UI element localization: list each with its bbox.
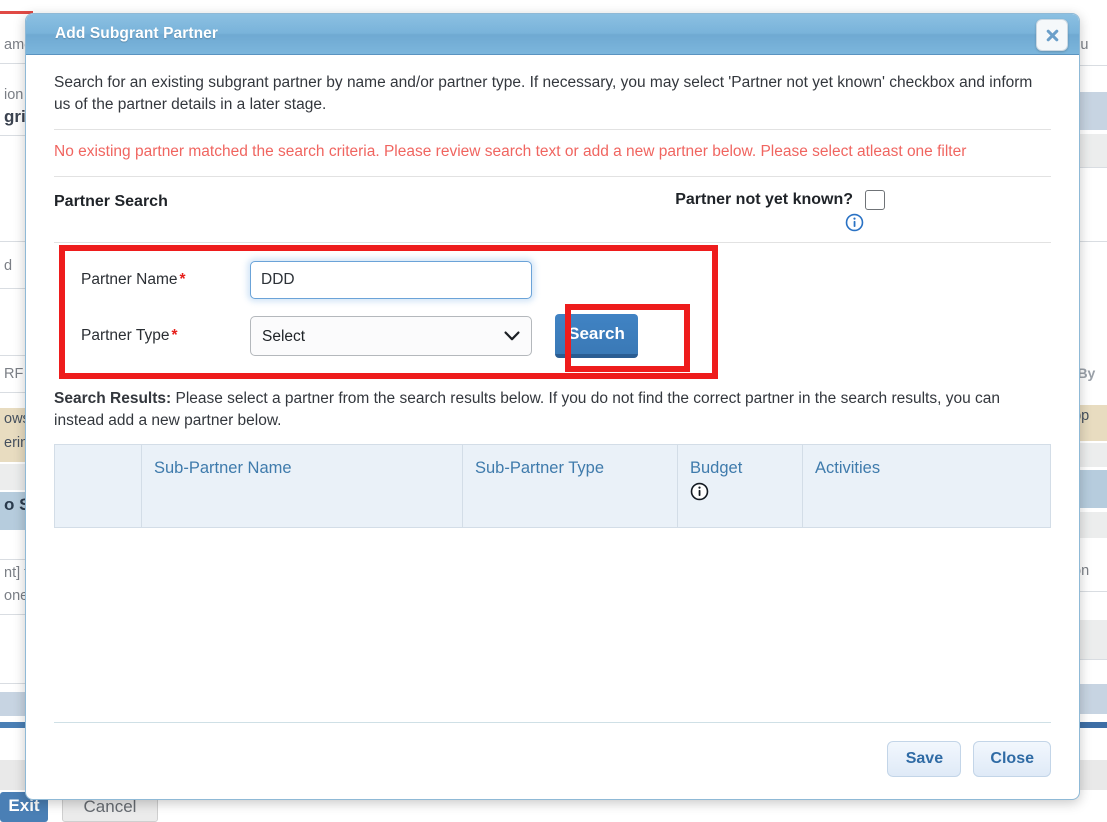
- partner-type-select-wrapper: Select: [250, 316, 532, 357]
- error-message: No existing partner matched the search c…: [54, 130, 1051, 178]
- partner-search-form: Partner Name* Partner Type* Select: [54, 243, 1051, 380]
- required-marker: *: [171, 327, 178, 345]
- table-header-row: Sub-Partner Name Sub-Partner Type Budget: [54, 444, 1051, 529]
- required-marker: *: [179, 271, 186, 289]
- footer-buttons: Save Close: [54, 741, 1051, 777]
- partner-not-yet-known-checkbox[interactable]: [865, 190, 885, 211]
- column-sub-partner-name: Sub-Partner Name: [141, 444, 463, 529]
- info-circle-icon[interactable]: [690, 482, 790, 506]
- save-button[interactable]: Save: [887, 741, 962, 777]
- partner-not-yet-known-group: Partner not yet known?: [675, 190, 1051, 237]
- column-sub-partner-type: Sub-Partner Type: [462, 444, 678, 529]
- screen: ame ion gri d RF ows ering o S nt] t one…: [0, 0, 1107, 822]
- partner-name-row: Partner Name *: [54, 259, 1051, 301]
- partner-name-input[interactable]: [250, 261, 532, 300]
- close-button[interactable]: Close: [973, 741, 1051, 777]
- partner-type-row: Partner Type * Select Search: [54, 314, 1051, 359]
- table-header: Sub-Partner Name Sub-Partner Type Budget: [54, 444, 1051, 529]
- column-activities: Activities: [802, 444, 1051, 529]
- partner-name-label: Partner Name *: [54, 271, 250, 289]
- dialog-body: Search for an existing subgrant partner …: [26, 55, 1079, 529]
- search-results-label: Search Results:: [54, 390, 172, 408]
- dialog-footer: Save Close: [26, 722, 1079, 799]
- partner-search-title: Partner Search: [54, 193, 168, 211]
- footer-divider: [54, 722, 1051, 723]
- partner-not-yet-known-label: Partner not yet known?: [675, 191, 853, 209]
- info-circle-icon[interactable]: [845, 213, 864, 237]
- dialog-instructions: Search for an existing subgrant partner …: [54, 55, 1051, 130]
- column-budget-label: Budget: [690, 459, 743, 478]
- dialog-header: Add Subgrant Partner: [26, 14, 1079, 55]
- search-results-table: Sub-Partner Name Sub-Partner Type Budget: [54, 444, 1051, 529]
- partner-type-label: Partner Type *: [54, 327, 250, 345]
- add-subgrant-partner-dialog: Add Subgrant Partner Search for an exist…: [25, 13, 1080, 800]
- partner-search-header: Partner Search Partner not yet known?: [54, 177, 1051, 244]
- search-button[interactable]: Search: [555, 314, 638, 359]
- search-results-note: Search Results: Please select a partner …: [54, 379, 1051, 444]
- column-select: [54, 444, 142, 529]
- close-icon[interactable]: [1036, 19, 1068, 51]
- dialog-title: Add Subgrant Partner: [55, 25, 219, 42]
- search-results-note-text: Please select a partner from the search …: [54, 390, 1000, 430]
- partner-type-label-text: Partner Type: [81, 327, 170, 345]
- partner-name-label-text: Partner Name: [81, 271, 178, 289]
- column-budget: Budget: [677, 444, 803, 529]
- partner-type-select[interactable]: Select: [250, 316, 532, 357]
